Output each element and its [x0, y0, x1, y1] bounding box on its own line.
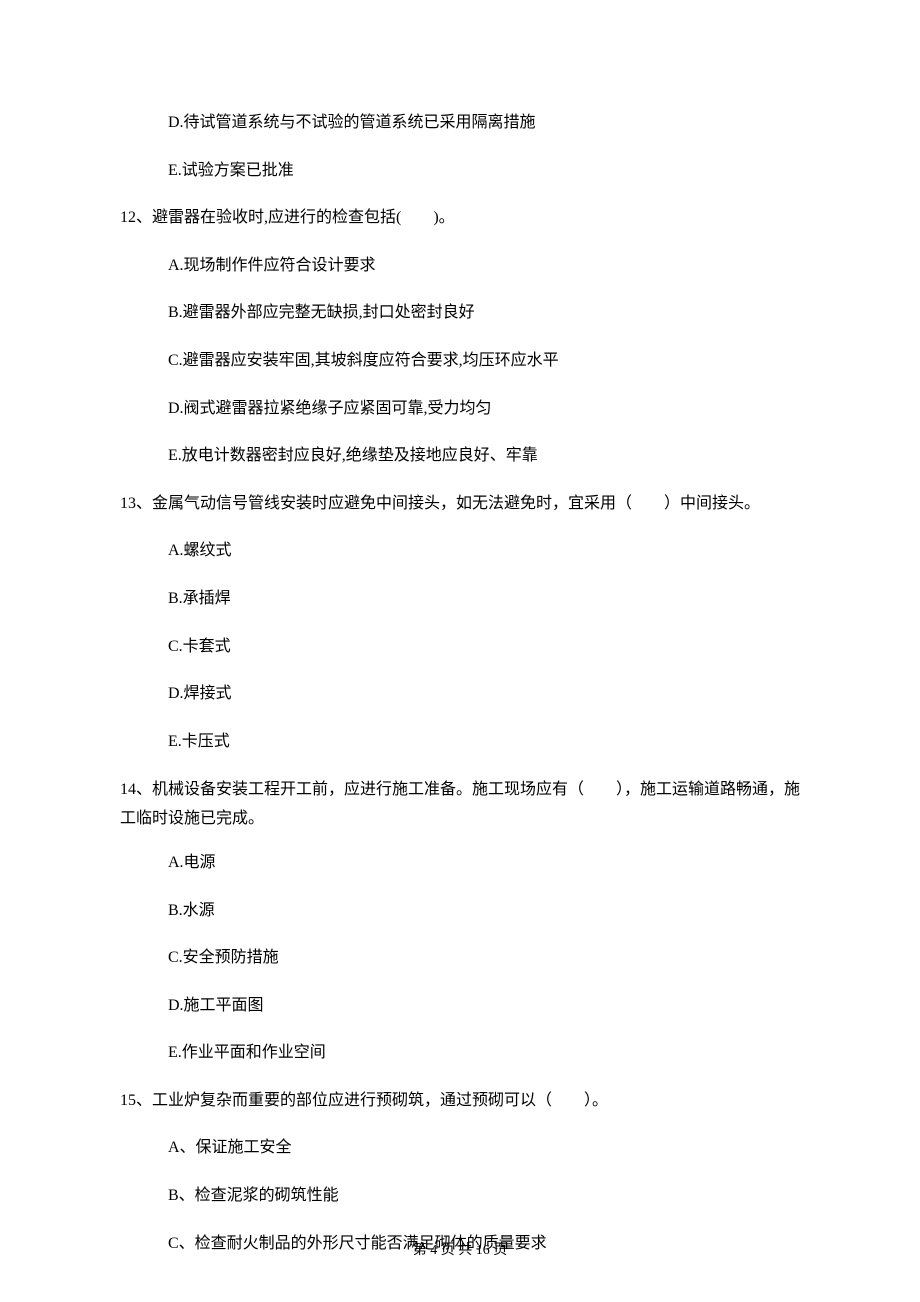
q13-option-e: E.卡压式 — [168, 729, 800, 755]
q13-option-a: A.螺纹式 — [168, 538, 800, 564]
q13-option-b: B.承插焊 — [168, 586, 800, 612]
q14-option-c: C.安全预防措施 — [168, 945, 800, 971]
q14-option-e: E.作业平面和作业空间 — [168, 1040, 800, 1066]
question-15-stem: 15、工业炉复杂而重要的部位应进行预砌筑，通过预砌可以（ ）。 — [120, 1088, 800, 1114]
q13-option-d: D.焊接式 — [168, 681, 800, 707]
page-footer: 第 4 页 共 16 页 — [0, 1240, 920, 1262]
question-14-stem: 14、机械设备安装工程开工前，应进行施工准备。施工现场应有（ ），施工运输道路畅… — [120, 776, 800, 834]
question-13-stem: 13、金属气动信号管线安装时应避免中间接头，如无法避免时，宜采用（ ）中间接头。 — [120, 491, 800, 517]
q12-option-a: A.现场制作件应符合设计要求 — [168, 253, 800, 279]
q14-option-d: D.施工平面图 — [168, 993, 800, 1019]
option-e-prev: E.试验方案已批准 — [168, 158, 800, 184]
q12-option-b: B.避雷器外部应完整无缺损,封口处密封良好 — [168, 300, 800, 326]
q13-option-c: C.卡套式 — [168, 634, 800, 660]
q12-option-e: E.放电计数器密封应良好,绝缘垫及接地应良好、牢靠 — [168, 443, 800, 469]
q12-option-c: C.避雷器应安装牢固,其坡斜度应符合要求,均压环应水平 — [168, 348, 800, 374]
option-d-prev: D.待试管道系统与不试验的管道系统已采用隔离措施 — [168, 110, 800, 136]
question-12-stem: 12、避雷器在验收时,应进行的检查包括( )。 — [120, 205, 800, 231]
q15-option-b: B、检查泥浆的砌筑性能 — [168, 1183, 800, 1209]
q14-option-a: A.电源 — [168, 850, 800, 876]
q12-option-d: D.阀式避雷器拉紧绝缘子应紧固可靠,受力均匀 — [168, 396, 800, 422]
q14-option-b: B.水源 — [168, 898, 800, 924]
q15-option-a: A、保证施工安全 — [168, 1135, 800, 1161]
